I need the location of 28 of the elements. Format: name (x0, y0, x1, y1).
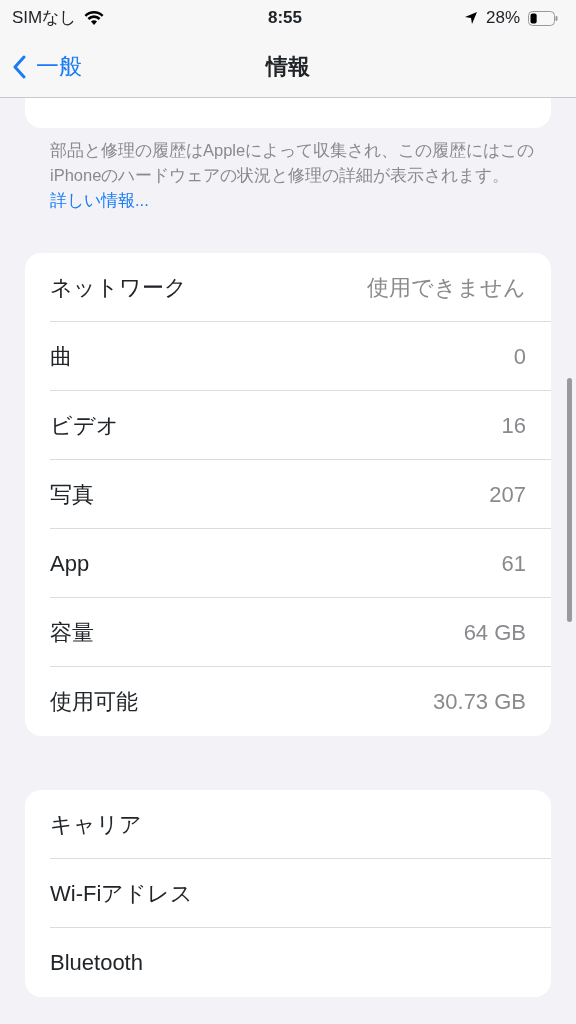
location-arrow-icon (463, 11, 478, 25)
row-label: Wi-Fiアドレス (50, 879, 194, 908)
row-label: App (50, 549, 90, 578)
row-label: ネットワーク (50, 273, 187, 302)
row-value: 使用できません (367, 273, 526, 302)
row-label: 使用可能 (50, 688, 138, 716)
row-label: 容量 (50, 618, 94, 647)
row-label: 写真 (50, 480, 94, 509)
row-value: 0 (513, 342, 526, 371)
page-title: 情報 (266, 53, 310, 81)
battery-percent: 28% (485, 7, 520, 30)
row-label: キャリア (50, 810, 142, 839)
row-value: 30.73 GB (433, 688, 526, 716)
row-label: ビデオ (50, 411, 119, 440)
row-label: 曲 (50, 342, 72, 371)
wifi-icon (84, 10, 105, 26)
clock-text: 8:55 (268, 7, 302, 30)
battery-icon (528, 10, 558, 26)
row-value: 207 (489, 480, 526, 509)
row-value: 64 GB (463, 618, 526, 647)
section-footer-text: 部品と修理の履歴はAppleによって収集され、この履歴にはこのiPhoneのハードウェアの状況と修理の詳細が表示されます。 詳しい情報... (49, 140, 536, 211)
carrier-text: SIMなし (12, 7, 77, 30)
back-button[interactable]: 一般 (0, 49, 82, 84)
row-label: Bluetooth (50, 949, 143, 977)
learn-more-link[interactable]: 詳しい情報... (50, 191, 149, 209)
row-value: 16 (501, 411, 526, 440)
back-chevron-icon (12, 54, 26, 79)
row-value: 61 (501, 549, 526, 578)
